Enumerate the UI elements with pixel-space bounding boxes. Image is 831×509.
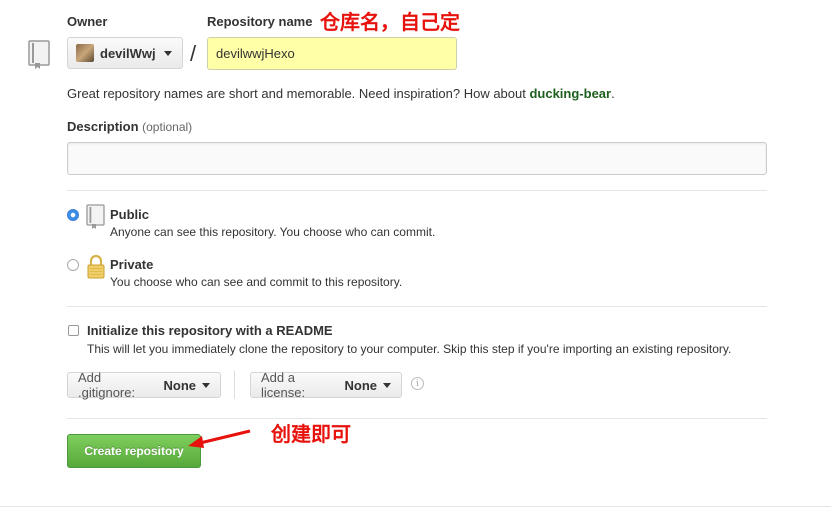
avatar <box>76 44 94 62</box>
divider <box>67 190 767 191</box>
gitignore-select-button[interactable]: Add .gitignore: None <box>67 370 221 400</box>
public-title: Public <box>110 207 150 222</box>
private-title: Private <box>110 257 154 272</box>
readme-checkbox[interactable] <box>68 325 79 336</box>
create-repository-button[interactable]: Create repository <box>67 434 201 468</box>
public-subtitle: Anyone can see this repository. You choo… <box>110 225 436 239</box>
description-label-text: Description <box>67 119 139 134</box>
public-radio[interactable] <box>67 209 79 221</box>
owner-repo-separator: / <box>190 41 197 66</box>
chevron-down-icon <box>163 50 172 56</box>
optional-text: (optional) <box>142 120 193 134</box>
repo-book-icon <box>28 40 50 70</box>
annotation-repo-name: 仓库名，自己定 <box>320 10 460 34</box>
hint-text: Great repository names are short and mem… <box>67 86 530 101</box>
private-radio[interactable] <box>67 259 79 271</box>
gitignore-value: None <box>163 377 197 393</box>
license-value: None <box>344 377 378 393</box>
chevron-down-icon <box>202 382 210 388</box>
private-subtitle: You choose who can see and commit to thi… <box>110 275 403 289</box>
hint-end: . <box>611 86 615 101</box>
readme-subtitle: This will let you immediately clone the … <box>87 342 732 356</box>
info-icon[interactable]: i <box>411 377 424 390</box>
owner-select-button[interactable]: devilWwj <box>67 37 183 69</box>
repository-name-input[interactable]: devilwwjHexo <box>207 37 457 70</box>
gitignore-prefix: Add .gitignore: <box>78 370 136 400</box>
description-input[interactable] <box>67 142 767 175</box>
divider <box>234 371 235 399</box>
license-select-button[interactable]: Add a license: None <box>250 370 402 400</box>
suggestion-link[interactable]: ducking-bear <box>529 86 611 101</box>
public-repo-icon <box>86 204 106 235</box>
divider <box>67 306 767 307</box>
chevron-down-icon <box>383 382 391 388</box>
description-label: Description (optional) <box>67 119 192 134</box>
annotation-create: 创建即可 <box>271 422 351 446</box>
divider <box>0 506 831 507</box>
repo-name-label: Repository name <box>207 14 313 29</box>
license-prefix: Add a license: <box>261 370 306 400</box>
lock-icon <box>86 254 106 285</box>
owner-name: devilWwj <box>100 45 156 61</box>
annotation-arrow-icon <box>186 426 252 457</box>
readme-title: Initialize this repository with a README <box>87 323 333 338</box>
owner-label: Owner <box>67 14 108 29</box>
repo-name-hint: Great repository names are short and mem… <box>67 86 615 101</box>
divider <box>67 418 767 419</box>
